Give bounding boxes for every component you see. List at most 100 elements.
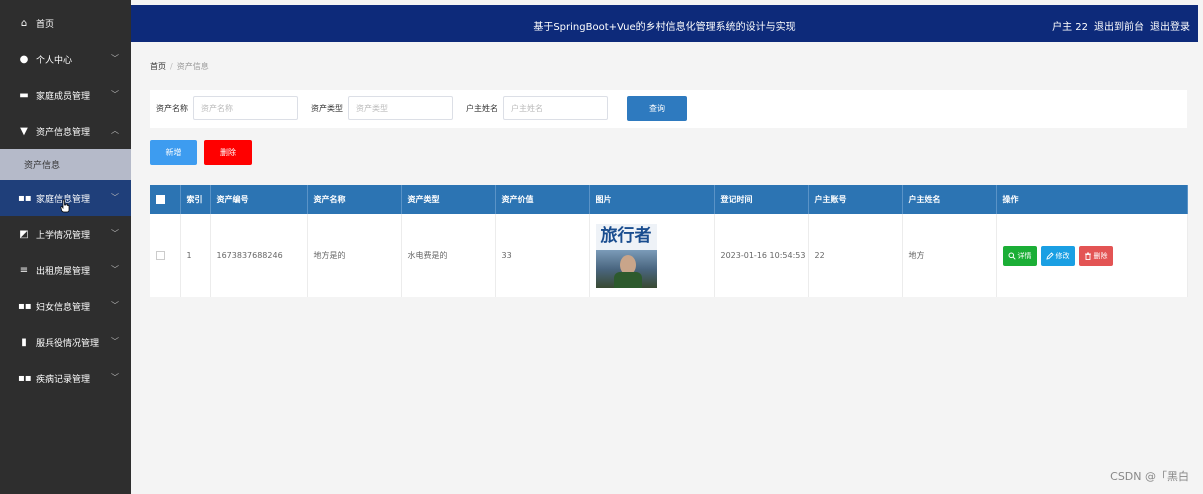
edit-label: 修改 [1055,251,1070,260]
sidebar-item-label: 服兵役情况管理 [36,338,100,349]
column-header: 户主账号 [808,185,903,214]
asset-icon: ▼ [20,125,28,137]
system-title: 基于SpringBoot+Vue的乡村信息化管理系统的设计与实现 [533,22,796,33]
chevron-down-icon: ﹀ [111,90,119,99]
row-select-cell[interactable] [150,214,181,297]
sidebar-item-label: 妇女信息管理 [36,302,91,313]
chevron-down-icon: ﹀ [111,265,119,274]
search-form: 资产名称 资产类型 户主姓名 查询 [150,90,1187,128]
sidebar-item-label: 疾病记录管理 [36,374,91,385]
asset-image[interactable]: 旅行者 [595,223,657,288]
chevron-down-icon: ﹀ [111,193,119,202]
batch-delete-button[interactable]: 删除 [204,140,252,165]
main-content: 首页 /资产信息 资产名称 资产类型 户主姓名 查询 新增 删除 索引 [131,42,1203,494]
sidebar: ⌂ 首页 ● 个人中心 ﹀ ▬ 家庭成员管理 ﹀ ▼ 资产信息管理 ︿ 资产信息… [0,0,131,494]
table-row: 1 1673837688246 地方是的 水电费是的 33 旅行者 2023-0… [150,214,1188,297]
cell-operations: 详情 修改 删除 [996,214,1188,297]
exit-to-front-link[interactable]: 退出到前台 [1094,18,1144,33]
breadcrumb-current: 资产信息 [176,62,209,71]
asset-type-label: 资产类型 [311,103,343,113]
detail-label: 详情 [1017,251,1032,260]
sidebar-item-label: 上学情况管理 [36,230,91,241]
add-button[interactable]: 新增 [150,140,197,165]
sidebar-item-label: 个人中心 [36,55,73,66]
bar-chart-icon: ▮ [21,336,27,348]
cell-index: 1 [180,214,211,297]
query-button[interactable]: 查询 [627,96,687,121]
edit-button[interactable]: 修改 [1040,245,1075,266]
chevron-down-icon: ﹀ [111,301,119,310]
breadcrumb-separator: / [170,62,173,71]
logout-link[interactable]: 退出登录 [1150,18,1190,33]
select-all-cell[interactable] [150,185,181,214]
chevron-down-icon: ﹀ [111,373,119,382]
sidebar-item-home[interactable]: ⌂ 首页 [0,5,131,41]
asset-name-input[interactable] [193,96,298,120]
cell-asset-type: 水电费是的 [401,214,496,297]
owner-name-label: 户主姓名 [466,103,498,113]
trash-icon [1084,252,1091,260]
chevron-down-icon: ﹀ [111,229,119,238]
image-title-text: 旅行者 [595,223,657,250]
top-header: 基于SpringBoot+Vue的乡村信息化管理系统的设计与实现 户主 22 退… [131,5,1198,42]
operation-buttons: 详情 修改 删除 [1002,245,1187,266]
column-header: 资产名称 [307,185,402,214]
table-header-row: 索引 资产编号 资产名称 资产类型 资产价值 图片 登记时间 户主账号 户主姓名… [150,185,1188,214]
watermark: CSDN @「黑白 [1110,470,1189,483]
cell-asset-no: 1673837688246 [210,214,308,297]
owner-name-group: 户主姓名 [466,96,608,120]
grid-icon: ▪▪ [18,372,32,384]
sidebar-item-personal-center[interactable]: ● 个人中心 ﹀ [0,41,131,77]
home-icon: ⌂ [20,17,28,29]
sidebar-item-school[interactable]: ◩ 上学情况管理 ﹀ [0,216,131,252]
asset-table: 索引 资产编号 资产名称 资产类型 资产价值 图片 登记时间 户主账号 户主姓名… [150,185,1188,297]
column-header: 资产价值 [495,185,590,214]
column-header: 资产编号 [210,185,308,214]
search-icon [1008,252,1016,260]
sidebar-item-women-info[interactable]: ▪▪ 妇女信息管理 ﹀ [0,288,131,324]
image-person-body [613,271,642,288]
sidebar-item-family-members[interactable]: ▬ 家庭成员管理 ﹀ [0,77,131,113]
edit-icon [1045,251,1054,260]
sidebar-item-asset-info[interactable]: ▼ 资产信息管理 ︿ [0,113,131,149]
delete-button[interactable]: 删除 [1078,245,1113,266]
chevron-up-icon: ︿ [111,126,119,135]
column-header: 资产类型 [401,185,496,214]
cell-owner-name: 地方 [902,214,997,297]
row-checkbox[interactable] [156,250,165,260]
sidebar-item-rental-housing[interactable]: ≡ 出租房屋管理 ﹀ [0,252,131,288]
header-user-area: 户主 22 退出到前台 退出登录 [1052,18,1190,33]
chevron-down-icon: ﹀ [111,54,119,63]
sidebar-subitem-label: 资产信息 [24,161,61,171]
user-icon: ● [19,53,29,65]
select-all-checkbox[interactable] [156,195,165,204]
grid-icon: ▪▪ [18,300,32,312]
asset-name-group: 资产名称 [156,96,298,120]
current-user: 户主 22 [1052,22,1088,33]
grid-icon: ▪▪ [18,192,32,204]
chart-icon: ◩ [19,228,29,240]
delete-label: 删除 [1093,251,1108,260]
cell-asset-name: 地方是的 [307,214,402,297]
asset-type-group: 资产类型 [311,96,453,120]
breadcrumb-home[interactable]: 首页 [150,62,166,71]
sidebar-item-disease-records[interactable]: ▪▪ 疾病记录管理 ﹀ [0,360,131,396]
detail-button[interactable]: 详情 [1002,245,1037,266]
sidebar-item-military-service[interactable]: ▮ 服兵役情况管理 ﹀ [0,324,131,360]
column-header: 索引 [180,185,211,214]
column-header: 图片 [589,185,715,214]
asset-type-input[interactable] [348,96,453,120]
column-header: 登记时间 [714,185,809,214]
sidebar-item-label: 首页 [36,19,55,30]
owner-name-input[interactable] [503,96,608,120]
hand-cursor-icon [60,199,70,213]
cell-asset-value: 33 [495,214,590,297]
asset-name-label: 资产名称 [156,103,188,113]
house-icon: ≡ [19,264,29,276]
sidebar-item-label: 资产信息管理 [36,127,91,138]
breadcrumb: 首页 / 资产信息 [150,61,209,72]
cell-owner-account: 22 [808,214,903,297]
briefcase-icon: ▬ [19,89,29,101]
cell-register-time: 2023-01-16 10:54:53 [714,214,809,297]
sidebar-subitem-asset-info[interactable]: 资产信息 [0,149,131,180]
